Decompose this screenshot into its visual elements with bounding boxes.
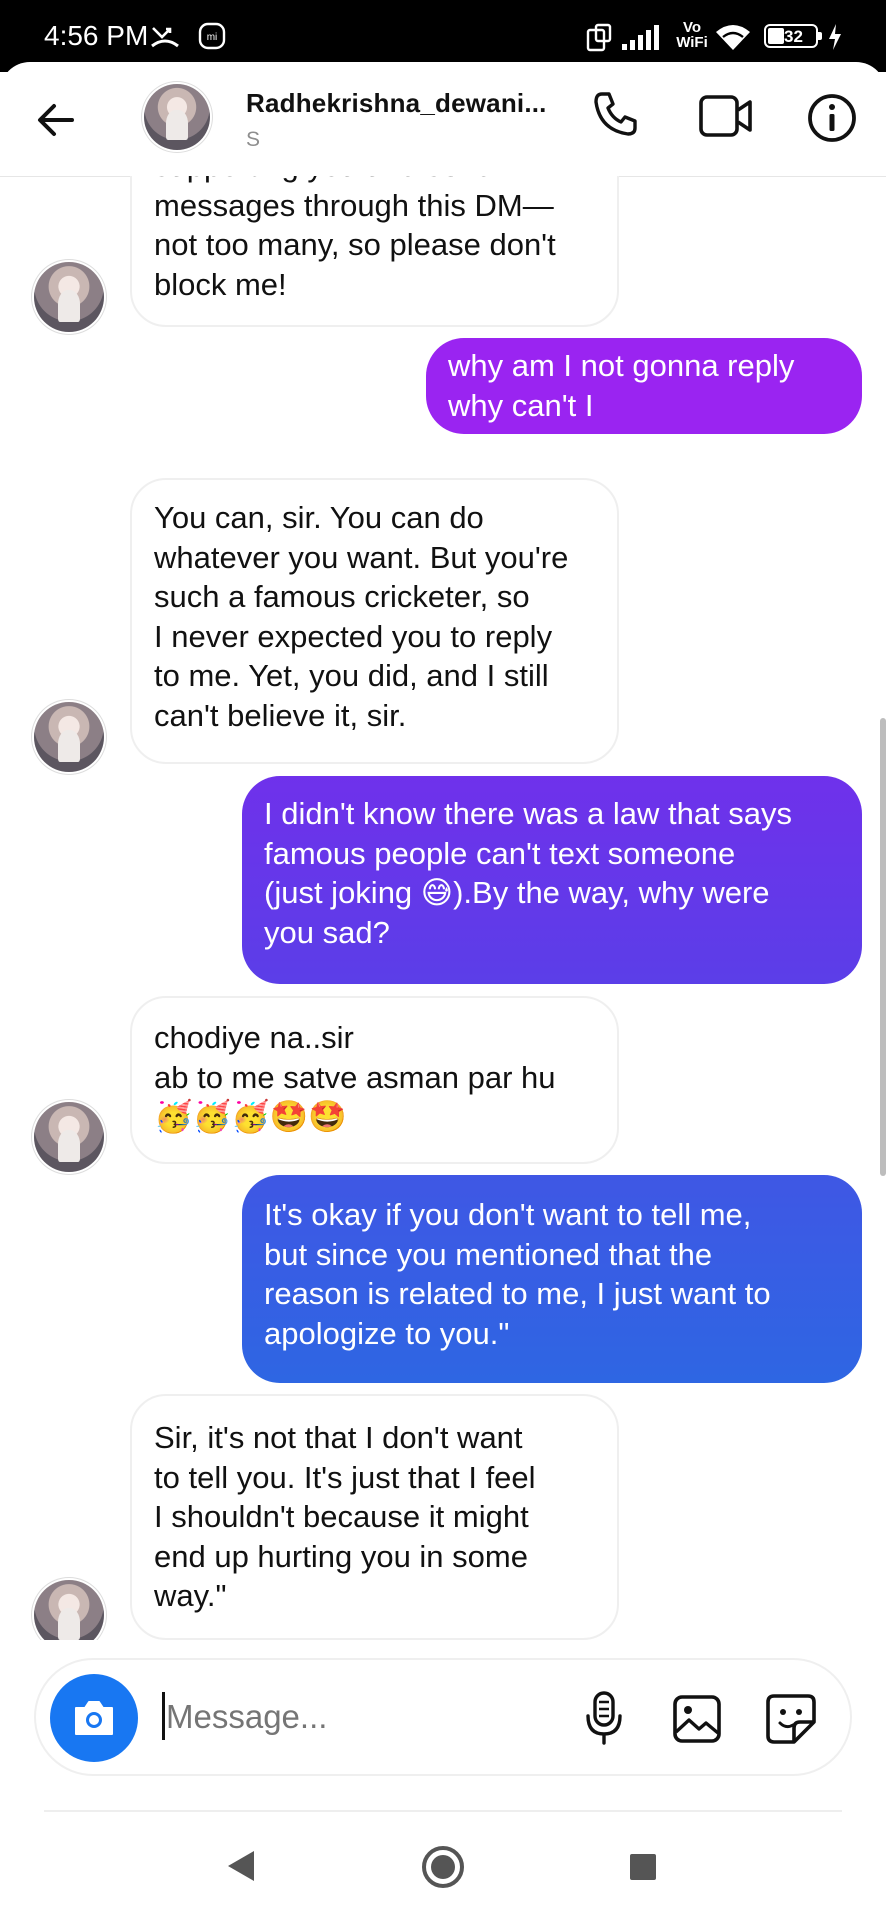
missed-call-icon [151,27,179,48]
back-arrow-icon[interactable] [36,100,76,140]
battery-level: 32 [784,27,803,46]
signal-icon [622,25,659,50]
sender-avatar [34,1102,104,1172]
status-time: 4:56 PM [44,20,149,51]
camera-icon [75,1701,113,1735]
sender-avatar [34,262,104,332]
camera-button[interactable] [50,1674,138,1762]
message-received[interactable]: chodiye na..sir ab to me satve asman par… [130,996,619,1164]
charging-icon [829,24,841,50]
sticker-icon[interactable] [764,1692,818,1746]
nav-back-icon[interactable] [224,1848,258,1884]
mi-icon: mi [198,22,226,50]
phone-icon[interactable] [592,90,638,138]
vowifi-top-label: Vo [682,19,702,36]
message-sent[interactable]: why am I not gonna reply why can't I [426,338,862,434]
vowifi-bottom-label: WiFi [676,34,708,51]
contact-name[interactable]: Radhekrishna_dewani... [246,88,547,119]
sender-avatar [34,702,104,772]
nav-home-icon[interactable] [420,1844,466,1890]
avatar[interactable] [144,84,210,150]
info-icon[interactable] [806,92,858,144]
message-input[interactable] [164,1694,568,1740]
nav-divider [44,1810,842,1812]
video-call-icon[interactable] [698,94,754,138]
vowifi-icon: Vo WiFi [672,20,712,50]
wifi-icon [716,25,750,50]
screen-rotate-icon [586,23,612,52]
message-composer [34,1658,852,1776]
nav-recents-icon[interactable] [628,1852,658,1882]
gallery-icon[interactable] [672,1694,722,1744]
sender-avatar [34,1580,104,1640]
message-sent[interactable]: I didn't know there was a law that says … [242,776,862,984]
message-received[interactable]: Sir, it's not that I don't want to tell … [130,1394,619,1640]
scrollbar[interactable] [880,718,886,1176]
message-sent[interactable]: It's okay if you don't want to tell me, … [242,1175,862,1383]
svg-text:mi: mi [207,32,218,43]
chat-header: Radhekrishna_dewani... S [0,62,886,177]
contact-subtitle: S [246,128,261,151]
message-thread[interactable]: supporting you and send messages through… [0,176,886,1640]
message-received[interactable]: You can, sir. You can do whatever you wa… [130,478,619,764]
message-received[interactable]: supporting you and send messages through… [130,176,619,327]
battery-icon: 32 [764,24,822,48]
microphone-icon[interactable] [584,1690,624,1746]
